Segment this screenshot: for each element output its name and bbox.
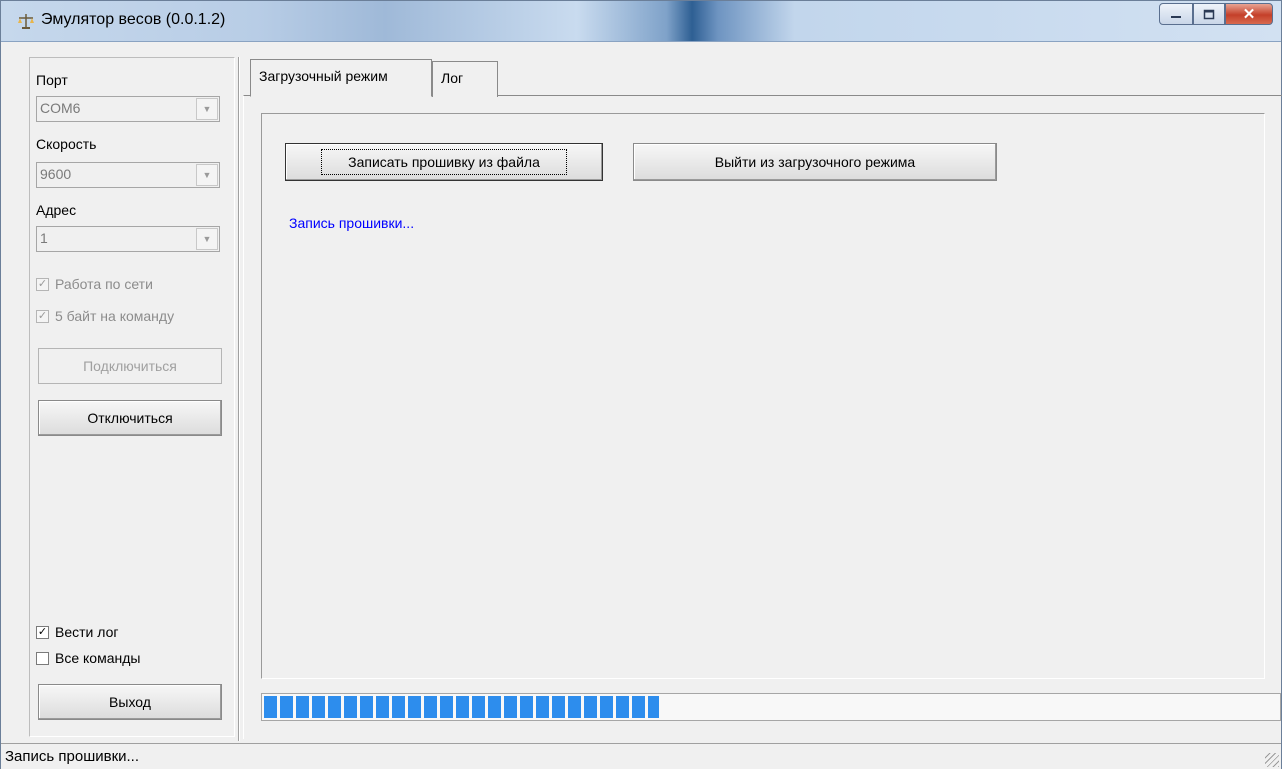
five-bytes-label: 5 байт на команду [55,308,175,324]
tab-boot-mode[interactable]: Загрузочный режим [250,59,432,97]
window-title: Эмулятор весов (0.0.1.2) [41,11,226,28]
maximize-button[interactable] [1193,3,1225,25]
window-controls: ✕ [1159,3,1273,27]
speed-select[interactable]: 9600 ▼ [36,162,220,188]
all-commands-checkbox[interactable]: Все команды [36,650,140,666]
exit-button[interactable]: Выход [38,684,222,720]
firmware-progress-bar [261,693,1281,721]
status-bar-text: Запись прошивки... [5,748,140,765]
port-label: Порт [36,72,68,88]
splitter[interactable] [238,57,240,741]
speed-value: 9600 [40,166,72,182]
keep-log-checkbox[interactable]: ✓ Вести лог [36,624,118,640]
boot-mode-panel [261,113,1265,679]
close-button[interactable]: ✕ [1225,3,1273,25]
port-select[interactable]: COM6 ▼ [36,96,220,122]
app-window: Эмулятор весов (0.0.1.2) ✕ Порт COM6 ▼ С… [0,0,1282,769]
checkbox-empty-icon [36,651,49,665]
connect-button[interactable]: Подключиться [38,348,222,384]
all-commands-label: Все команды [55,650,141,666]
checkmark-icon: ✓ [36,625,49,639]
address-label: Адрес [36,202,77,218]
write-firmware-button[interactable]: Записать прошивку из файла [285,143,603,181]
chevron-down-icon[interactable]: ▼ [196,228,218,250]
disconnect-button[interactable]: Отключиться [38,400,222,436]
connection-panel: Порт COM6 ▼ Скорость 9600 ▼ Адрес 1 ▼ ✓ … [29,57,235,737]
resize-grip-icon[interactable] [1265,753,1279,767]
progress-fill [264,696,659,718]
exit-boot-mode-button[interactable]: Выйти из загрузочного режима [633,143,997,181]
tab-log[interactable]: Лог [432,61,498,97]
minimize-icon [1171,16,1181,18]
write-firmware-label: Записать прошивку из файла [321,149,567,175]
checkmark-icon: ✓ [36,277,49,291]
five-bytes-checkbox[interactable]: ✓ 5 байт на команду [36,308,174,324]
port-value: COM6 [40,100,81,116]
scales-icon [18,14,34,29]
firmware-status-text: Запись прошивки... [289,215,415,231]
speed-label: Скорость [36,136,97,152]
chevron-down-icon[interactable]: ▼ [196,98,218,120]
close-icon: ✕ [1242,6,1256,23]
title-bar[interactable]: Эмулятор весов (0.0.1.2) ✕ [1,1,1281,42]
address-value: 1 [40,230,48,246]
maximize-icon [1203,9,1215,19]
minimize-button[interactable] [1159,3,1193,25]
chevron-down-icon[interactable]: ▼ [196,164,218,186]
address-select[interactable]: 1 ▼ [36,226,220,252]
network-checkbox[interactable]: ✓ Работа по сети [36,276,153,292]
keep-log-label: Вести лог [55,624,119,640]
network-label: Работа по сети [55,276,153,292]
checkmark-icon: ✓ [36,309,49,323]
status-bar: Запись прошивки... [1,743,1281,769]
